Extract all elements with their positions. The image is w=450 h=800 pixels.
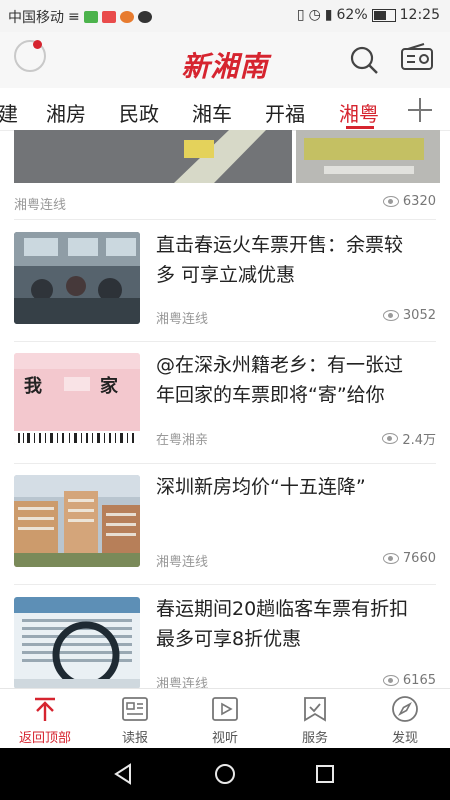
nav-label: 读报 (121, 731, 148, 746)
news-feed: 湘粤连线 6320 直击春运火车票开售：余票较 多 可享立减优惠 湘粤连线 30… (0, 130, 450, 688)
carrier-label: 中国移动 (8, 10, 64, 26)
eye-icon (382, 433, 399, 444)
nav-label: 发现 (391, 731, 418, 746)
nav-label: 返回顶部 (18, 731, 71, 746)
arrow-up-icon (35, 697, 55, 721)
bookmark-check-icon (304, 697, 326, 722)
article-thumbnail: 我 家 (14, 353, 140, 445)
alarm-icon: ◷ (308, 7, 321, 23)
tab-jian[interactable]: 建 (0, 98, 18, 127)
nav-label: 视听 (211, 731, 238, 746)
active-tab-indicator (346, 126, 374, 129)
tab-xiangfang[interactable]: 湘房 (46, 98, 86, 127)
signal-icon: ▮ (324, 7, 333, 23)
recents-icon[interactable] (313, 762, 337, 786)
nav-label: 服务 (301, 731, 328, 746)
newspaper-icon (122, 697, 148, 721)
article-thumbnail (14, 232, 140, 324)
notification-dot (33, 40, 42, 49)
status-left: 中国移动 ≡ (8, 7, 152, 27)
divider (14, 219, 436, 220)
eye-icon (382, 675, 399, 686)
app-icon (101, 11, 116, 23)
view-count: 2.4万 (382, 429, 436, 448)
svg-text:家: 家 (100, 375, 119, 397)
system-navigation-bar (0, 748, 450, 800)
divider (14, 463, 436, 464)
top-article-image[interactable] (14, 130, 440, 183)
article-source: 湘粤连线 (14, 198, 67, 213)
play-icon (212, 697, 238, 721)
article-title[interactable]: 春运期间20趟临客车票有折扣 最多可享8折优惠 (156, 594, 438, 654)
article-source: 在粤湘亲 (156, 433, 209, 448)
tab-xiangche[interactable]: 湘车 (192, 98, 232, 127)
battery-icon (371, 8, 396, 22)
radio-icon[interactable] (400, 42, 434, 72)
app-icon (83, 11, 98, 23)
svg-text:我: 我 (24, 376, 42, 397)
view-count-value: 6320 (402, 194, 436, 209)
tab-kaifu[interactable]: 开福 (265, 98, 305, 127)
view-count: 6320 (382, 194, 436, 209)
tab-minzheng[interactable]: 民政 (119, 98, 159, 127)
article-thumbnail (14, 475, 140, 567)
search-icon[interactable] (349, 45, 379, 75)
home-icon[interactable] (213, 762, 237, 786)
add-channel-icon[interactable] (406, 96, 434, 124)
eye-icon (382, 310, 399, 321)
article-source: 湘粤连线 (156, 677, 209, 688)
back-icon[interactable] (112, 762, 136, 786)
brand-logo: 新湘南 (181, 50, 269, 83)
article-title[interactable]: 直击春运火车票开售：余票较 多 可享立减优惠 (156, 230, 438, 290)
article-thumbnail (14, 597, 140, 688)
menu-icon: ≡ (68, 9, 80, 25)
nav-back-to-top[interactable]: 返回顶部 (0, 689, 90, 749)
nav-video[interactable]: 视听 (180, 689, 270, 749)
tab-xiangyue[interactable]: 湘粤 (339, 98, 379, 127)
article-title[interactable]: @在深永州籍老乡：有一张过 年回家的车票即将“寄”给你 (156, 350, 438, 410)
battery-percent: 62% (336, 7, 368, 23)
compass-icon (392, 696, 418, 722)
status-bar: 中国移动 ≡ ▯ ◷ ▮ 62% 12:25 (0, 0, 450, 32)
view-count: 3052 (382, 308, 436, 323)
vibrate-icon: ▯ (296, 7, 305, 23)
channel-tabs: 建 湘房 民政 湘车 开福 湘粤 (0, 88, 450, 131)
nav-read-paper[interactable]: 读报 (90, 689, 180, 749)
nav-services[interactable]: 服务 (270, 689, 360, 749)
view-count: 6165 (382, 673, 436, 688)
divider (14, 341, 436, 342)
view-count: 7660 (382, 551, 436, 566)
status-right: ▯ ◷ ▮ 62% 12:25 (297, 7, 440, 23)
article-source: 湘粤连线 (156, 312, 209, 327)
article-title[interactable]: 深圳新房均价“十五连降” (156, 472, 438, 502)
clock: 12:25 (399, 7, 440, 23)
app-icon (119, 11, 134, 23)
eye-icon (382, 196, 399, 207)
bottom-navigation: 返回顶部 读报 视听 服务 发现 (0, 688, 450, 749)
article-source: 湘粤连线 (156, 555, 209, 570)
nav-discover[interactable]: 发现 (360, 689, 450, 749)
app-icon (137, 11, 152, 23)
divider (14, 584, 436, 585)
eye-icon (382, 553, 399, 564)
